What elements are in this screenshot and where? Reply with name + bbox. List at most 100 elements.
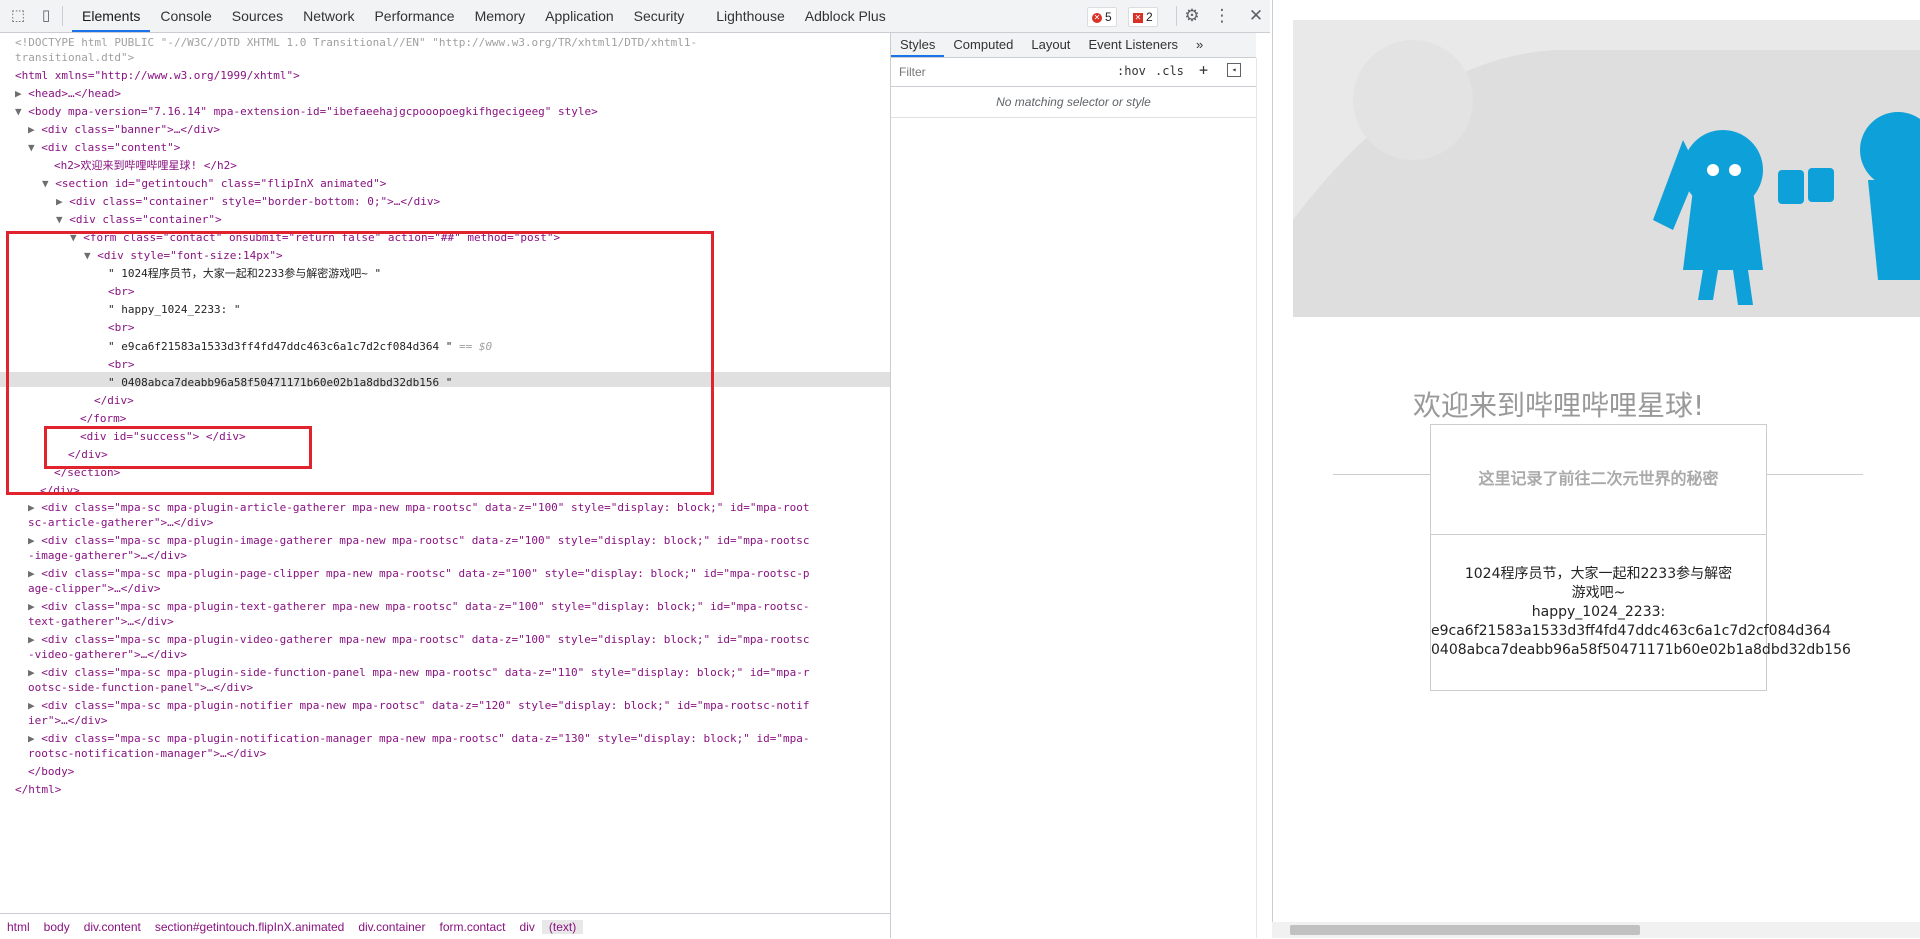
crumb-form-contact[interactable]: form.contact (432, 920, 512, 934)
dom-node-mpa-notifier[interactable]: ▶ <div class="mpa-sc mpa-plugin-notifier… (28, 698, 809, 713)
crumb-html[interactable]: html (0, 920, 37, 934)
dom-node-mpa-image-gatherer[interactable]: ▶ <div class="mpa-sc mpa-plugin-image-ga… (28, 533, 809, 548)
dom-node-mpa-text: <div class="mpa-sc mpa-plugin-page-clipp… (41, 567, 810, 580)
dom-doctype-line-1[interactable]: <!DOCTYPE html PUBLIC "-//W3C//DTD XHTML… (15, 35, 697, 50)
dom-node-head-text: <head>…</head> (28, 87, 121, 100)
errors-badge[interactable]: ✕ 5 (1087, 7, 1117, 27)
dom-node-mpa-text: <div class="mpa-sc mpa-plugin-image-gath… (41, 534, 810, 547)
dom-node-mpa-article-gatherer[interactable]: ▶ <div class="mpa-sc mpa-plugin-article-… (28, 500, 809, 515)
dom-close-body[interactable]: </body> (28, 764, 74, 779)
dom-node-mpa-text: <div class="mpa-sc mpa-plugin-side-funct… (41, 666, 810, 679)
tab-security[interactable]: Security (624, 0, 695, 32)
collapse-triangle-icon[interactable]: ▼ (56, 213, 69, 226)
tab-sources[interactable]: Sources (222, 0, 293, 32)
secret-title: 这里记录了前往二次元世界的秘密 (1478, 469, 1719, 488)
new-style-rule-icon[interactable]: + (1199, 61, 1208, 79)
dom-node-mpa-side-function-panel[interactable]: ▶ <div class="mpa-sc mpa-plugin-side-fun… (28, 665, 809, 680)
tab-elements[interactable]: Elements (72, 0, 151, 32)
expand-triangle-icon[interactable]: ▶ (28, 699, 41, 712)
dom-node-body-text: <body mpa-version="7.16.14" mpa-extensio… (28, 105, 598, 118)
expand-triangle-icon[interactable]: ▶ (28, 732, 41, 745)
expand-triangle-icon[interactable]: ▶ (28, 501, 41, 514)
expand-triangle-icon[interactable]: ▶ (28, 666, 41, 679)
expand-triangle-icon[interactable]: ▶ (28, 123, 41, 136)
crumb-div-content[interactable]: div.content (77, 920, 148, 934)
styles-filter-input[interactable] (897, 63, 1101, 81)
styles-tabs: Styles Computed Layout Event Listeners » (891, 33, 1256, 58)
hover-state-toggle[interactable]: :hov (1117, 64, 1146, 78)
dom-node-banner[interactable]: ▶ <div class="banner">…</div> (28, 122, 220, 137)
dom-node-mpa-text: <div class="mpa-sc mpa-plugin-article-ga… (41, 501, 810, 514)
styles-scrollbar[interactable] (1256, 58, 1271, 938)
dom-node-mpa-video-gatherer[interactable]: ▶ <div class="mpa-sc mpa-plugin-video-ga… (28, 632, 809, 647)
tab-console[interactable]: Console (150, 0, 221, 32)
crumb-section[interactable]: section#getintouch.flipInX.animated (148, 920, 351, 934)
banner-illustration (1293, 20, 1920, 317)
more-tabs-icon[interactable]: » (1187, 33, 1212, 57)
more-options-icon[interactable]: ⋮ (1212, 6, 1232, 26)
crumb-text[interactable]: (text) (541, 919, 584, 934)
tab-layout[interactable]: Layout (1022, 33, 1079, 57)
elements-tree: <!DOCTYPE html PUBLIC "-//W3C//DTD XHTML… (0, 33, 890, 913)
tab-styles[interactable]: Styles (891, 33, 945, 57)
dom-node-container-2[interactable]: ▼ <div class="container"> (56, 212, 222, 227)
no-matching-style-message: No matching selector or style (891, 87, 1256, 118)
expand-triangle-icon[interactable]: ▶ (15, 87, 28, 100)
expand-triangle-icon[interactable]: ▶ (28, 633, 41, 646)
close-devtools-icon[interactable]: ✕ (1246, 6, 1266, 26)
issues-badge[interactable]: ✕ 2 (1128, 7, 1158, 27)
dom-node-section[interactable]: ▼ <section id="getintouch" class="flipIn… (42, 176, 386, 191)
message-line: e9ca6f21583a1533d3ff4fd47ddc463c6a1c7d2c… (1431, 623, 1831, 639)
tab-event-listeners[interactable]: Event Listeners (1079, 33, 1187, 57)
tab-network[interactable]: Network (293, 0, 364, 32)
dom-close-html[interactable]: </html> (15, 782, 61, 797)
toggle-sidebar-icon[interactable]: ◂ (1227, 63, 1241, 77)
dom-node-container-1[interactable]: ▶ <div class="container" style="border-b… (56, 194, 440, 209)
message-line: 1024程序员节，大家一起和2233参与解密 (1464, 566, 1733, 582)
dom-node-content[interactable]: ▼ <div class="content"> (28, 140, 180, 155)
dom-node-content-text: <div class="content"> (41, 141, 181, 154)
tab-adblock-plus[interactable]: Adblock Plus (795, 0, 896, 32)
collapse-triangle-icon[interactable]: ▼ (28, 141, 41, 154)
class-toggle[interactable]: .cls (1155, 64, 1184, 78)
settings-gear-icon[interactable]: ⚙ (1182, 6, 1202, 26)
expand-triangle-icon[interactable]: ▶ (28, 534, 41, 547)
dom-doctype-line-2[interactable]: transitional.dtd"> (15, 50, 134, 65)
issues-count: 2 (1146, 10, 1153, 24)
errors-count: 5 (1105, 10, 1112, 24)
message-line: 0408abca7deabb96a58f50471171b60e02b1a8db… (1431, 642, 1851, 658)
crumb-body[interactable]: body (37, 920, 77, 934)
dom-node-mpa-cont: ier">…</div> (28, 714, 108, 727)
collapse-triangle-icon[interactable]: ▼ (15, 105, 28, 118)
message-line: happy_1024_2233: (1531, 604, 1666, 620)
devtools-toolbar: ⬚ ▯ Elements Console Sources Network Per… (0, 0, 1270, 33)
expand-triangle-icon[interactable]: ▶ (28, 567, 41, 580)
dom-node-mpa-cont: rootsc-notification-manager">…</div> (28, 747, 267, 760)
toolbar-divider-2 (1176, 6, 1177, 26)
dom-node-head[interactable]: ▶ <head>…</head> (15, 86, 121, 101)
tab-performance[interactable]: Performance (364, 0, 464, 32)
tab-application[interactable]: Application (535, 0, 624, 32)
expand-triangle-icon[interactable]: ▶ (28, 600, 41, 613)
dom-node-section-text: <section id="getintouch" class="flipInX … (55, 177, 387, 190)
dom-node-mpa-page-clipper[interactable]: ▶ <div class="mpa-sc mpa-plugin-page-cli… (28, 566, 809, 581)
crumb-div[interactable]: div (513, 920, 542, 934)
dom-node-body[interactable]: ▼ <body mpa-version="7.16.14" mpa-extens… (15, 104, 598, 119)
collapse-triangle-icon[interactable]: ▼ (42, 177, 55, 190)
scrollbar-thumb[interactable] (1290, 925, 1640, 935)
inspect-element-icon[interactable]: ⬚ (8, 6, 28, 26)
dom-node-banner-text: <div class="banner">…</div> (41, 123, 221, 136)
page-horizontal-scrollbar[interactable] (1272, 922, 1920, 938)
dom-node-mpa-notification-manager[interactable]: ▶ <div class="mpa-sc mpa-plugin-notifica… (28, 731, 809, 746)
device-toolbar-icon[interactable]: ▯ (36, 6, 56, 26)
dom-node-h2[interactable]: <h2>欢迎来到哔哩哔哩星球! </h2> (54, 158, 237, 173)
tab-lighthouse[interactable]: Lighthouse (706, 0, 795, 32)
styles-filter-bar: :hov .cls + ◂ (891, 58, 1256, 87)
tab-memory[interactable]: Memory (465, 0, 536, 32)
tab-computed[interactable]: Computed (944, 33, 1022, 57)
expand-triangle-icon[interactable]: ▶ (56, 195, 69, 208)
welcome-heading: 欢迎来到哔哩哔哩星球! (1413, 389, 1705, 422)
crumb-div-container[interactable]: div.container (351, 920, 432, 934)
dom-node-html[interactable]: <html xmlns="http://www.w3.org/1999/xhtm… (15, 68, 300, 83)
dom-node-mpa-text-gatherer[interactable]: ▶ <div class="mpa-sc mpa-plugin-text-gat… (28, 599, 809, 614)
